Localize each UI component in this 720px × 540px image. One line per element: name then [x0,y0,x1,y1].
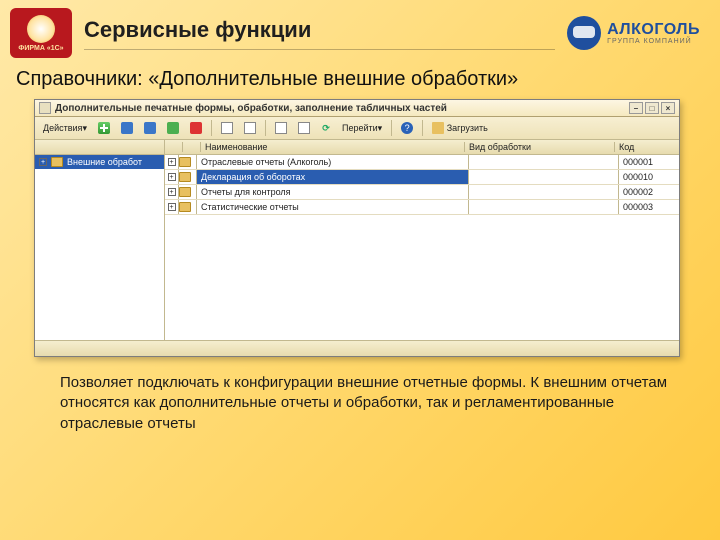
alco-sub: ГРУППА КОМПАНИЙ [607,38,700,45]
expand-icon[interactable]: + [168,158,176,166]
filter-icon [298,122,310,134]
copy-icon [144,122,156,134]
logo-alcohol: АЛКОГОЛЬ ГРУППА КОМПАНИЙ [567,16,700,50]
add-button[interactable] [94,119,114,137]
table-row[interactable]: + Отраслевые отчеты (Алкоголь) 000001 [165,155,679,170]
alco-brand: АЛКОГОЛЬ [607,22,700,38]
folder-icon [179,172,191,182]
actions-button[interactable]: Действия ▾ [39,119,91,137]
window-title: Дополнительные печатные формы, обработки… [55,103,447,114]
question-icon: ? [401,122,413,134]
maximize-button[interactable]: □ [645,102,659,114]
move-icon [221,122,233,134]
delete-icon [190,122,202,134]
expand-icon[interactable]: + [168,173,176,181]
move-button[interactable] [217,119,237,137]
hierarchy-icon [244,122,256,134]
plus-icon [98,122,110,134]
add-group-button[interactable] [117,119,137,137]
refresh-button[interactable]: ⟳ [317,119,335,137]
col-type[interactable]: Вид обработки [465,142,615,152]
keg-icon [567,16,601,50]
grid-panel: Наименование Вид обработки Код + Отрасле… [165,140,679,340]
col-name[interactable]: Наименование [201,142,465,152]
logo-1c: ФИРМА «1С» [10,8,72,58]
folder-icon [432,122,444,134]
folder-icon [179,187,191,197]
minimize-button[interactable]: – [629,102,643,114]
goto-button[interactable]: Перейти ▾ [338,119,386,137]
toolbar: Действия ▾ ⟳ Перейти ▾ ? Загрузить [35,117,679,140]
page-title: Сервисные функции [84,17,555,50]
logo-1c-disc [27,15,55,43]
caption: Позволяет подключать к конфигурации внеш… [0,357,720,434]
tree-header[interactable] [35,140,164,155]
add-group-icon [121,122,133,134]
folder-icon [179,202,191,212]
subtitle: Справочники: «Дополнительные внешние обр… [0,62,720,95]
add-copy-button[interactable] [140,119,160,137]
col-icon[interactable] [183,142,201,152]
expand-icon[interactable]: + [39,158,47,166]
expand-icon[interactable]: + [168,188,176,196]
folder-icon [179,157,191,167]
col-toggle[interactable] [169,142,183,152]
tree-panel: + Внешние обработ [35,140,165,340]
pencil-icon [167,122,179,134]
table-row[interactable]: + Отчеты для контроля 000002 [165,185,679,200]
sheets-icon [275,122,287,134]
expand-icon[interactable]: + [168,203,176,211]
col-code[interactable]: Код [615,142,675,152]
hierarchy-button[interactable] [240,119,260,137]
window-titlebar[interactable]: Дополнительные печатные формы, обработки… [35,100,679,117]
filter-button[interactable] [294,119,314,137]
load-button[interactable]: Загрузить [428,119,492,137]
window-footer [35,340,679,356]
level-up-button[interactable] [271,119,291,137]
delete-button[interactable] [186,119,206,137]
tree-root-item[interactable]: + Внешние обработ [35,155,164,169]
window-icon [39,102,51,114]
grid-header: Наименование Вид обработки Код [165,140,679,155]
logo-1c-subtext: ФИРМА «1С» [18,45,63,52]
grid-rows: + Отраслевые отчеты (Алкоголь) 000001 + … [165,155,679,340]
tree-root-label: Внешние обработ [67,157,142,167]
folder-icon [51,157,63,167]
close-button[interactable]: × [661,102,675,114]
refresh-icon: ⟳ [322,123,330,134]
help-button[interactable]: ? [397,119,417,137]
table-row[interactable]: + Статистические отчеты 000003 [165,200,679,215]
app-window: Дополнительные печатные формы, обработки… [34,99,680,357]
edit-button[interactable] [163,119,183,137]
table-row[interactable]: + Декларация об оборотах 000010 [165,170,679,185]
